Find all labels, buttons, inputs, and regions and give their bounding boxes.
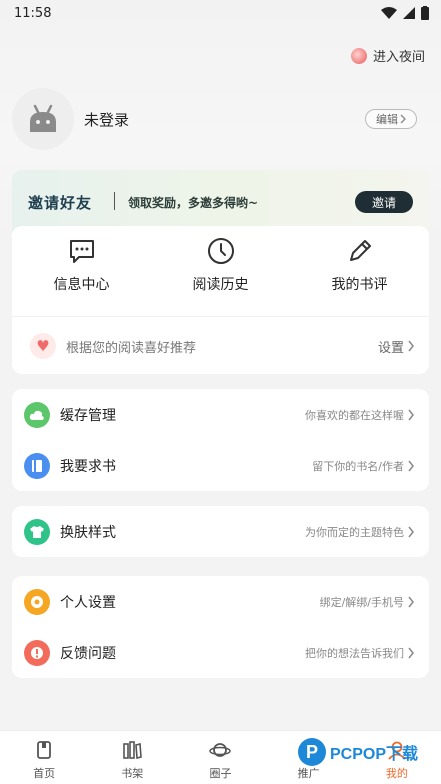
recommend-action-label: 设置: [377, 340, 404, 356]
chevron-right-icon: [408, 409, 414, 420]
night-mode-icon: [350, 47, 367, 64]
edit-profile-button[interactable]: 编辑: [365, 109, 417, 129]
menu-item-cache[interactable]: 缓存管理 你喜欢的都在这样喔: [12, 389, 429, 440]
chevron-right-icon: [400, 114, 406, 124]
menu-card-theme: 换肤样式 为你而定的主题特色: [12, 506, 429, 557]
chevron-right-icon: [408, 596, 414, 607]
tab-label: 圈子: [209, 767, 232, 780]
robot-avatar-icon: [30, 104, 56, 132]
menu-hint-text: 把你的想法告诉我们: [305, 646, 404, 660]
menu-item-left: 反馈问题: [24, 639, 116, 666]
profile-name[interactable]: 未登录: [84, 109, 129, 130]
recommend-settings-row[interactable]: ♥ 根据您的阅读喜好推荐 设置: [12, 317, 429, 375]
pen-icon: [349, 240, 371, 261]
menu-hint-text: 你喜欢的都在这样喔: [305, 408, 404, 422]
invite-title: 邀请好友: [28, 194, 93, 212]
chevron-right-icon: [408, 460, 414, 471]
menu-item-left: 换肤样式: [24, 518, 116, 545]
tab-bookshelf[interactable]: 书架: [92, 739, 172, 784]
menu-hint: 你喜欢的都在这样喔: [305, 407, 415, 423]
night-mode-toggle[interactable]: 进入夜间: [350, 46, 425, 65]
quick-action-label: 信息中心: [53, 277, 110, 293]
watermark: P PCPOP下载: [298, 738, 418, 766]
menu-card-storage: 缓存管理 你喜欢的都在这样喔 我要求书 留下你的书名/作者: [12, 389, 429, 491]
tab-label: 书架: [121, 767, 144, 780]
menu-label: 个人设置: [60, 594, 116, 611]
menu-hint-text: 为你而定的主题特色: [305, 525, 404, 539]
message-icon: [69, 240, 94, 263]
settings-icon: [24, 588, 50, 615]
menu-item-left: 我要求书: [24, 452, 116, 479]
heart-icon: ♥: [30, 333, 56, 359]
menu-label: 我要求书: [60, 458, 116, 475]
watermark-text: PCPOP下载: [330, 746, 419, 763]
menu-hint-text: 留下你的书名/作者: [312, 459, 404, 473]
home-icon: [37, 741, 51, 759]
quick-action-label: 阅读历史: [192, 277, 249, 293]
invite-divider: [114, 192, 115, 210]
tab-label: 我的: [385, 767, 408, 780]
invite-button[interactable]: 邀请: [355, 191, 413, 213]
menu-label: 反馈问题: [60, 645, 116, 662]
clock-icon: [207, 238, 234, 264]
recommend-settings-link[interactable]: 设置: [378, 337, 415, 356]
invite-subtitle: 领取奖励，多邀多得哟~: [128, 196, 259, 210]
quick-action-history[interactable]: 阅读历史: [161, 236, 281, 316]
tab-circle[interactable]: 圈子: [180, 739, 260, 784]
book-icon: [24, 452, 50, 479]
menu-hint: 绑定/解绑/手机号: [320, 594, 415, 610]
alert-icon: [24, 639, 50, 666]
recommend-left: ♥ 根据您的阅读喜好推荐: [30, 333, 196, 359]
menu-item-left: 缓存管理: [24, 401, 116, 428]
menu-item-skin[interactable]: 换肤样式 为你而定的主题特色: [12, 506, 429, 557]
menu-item-feedback[interactable]: 反馈问题 把你的想法告诉我们: [12, 627, 429, 678]
bookshelf-icon: [123, 741, 143, 760]
signal-icon: [403, 7, 415, 19]
menu-item-request-book[interactable]: 我要求书 留下你的书名/作者: [12, 440, 429, 491]
tab-label: 首页: [33, 767, 56, 780]
menu-label: 缓存管理: [60, 407, 116, 424]
edit-label: 编辑: [376, 113, 398, 126]
watermark-logo: P: [298, 738, 326, 766]
chevron-right-icon: [408, 647, 414, 658]
chevron-right-icon: [408, 340, 414, 352]
quick-actions-row: 信息中心 阅读历史 我的书评: [12, 226, 429, 316]
menu-card-account: 个人设置 绑定/解绑/手机号 反馈问题 把你的想法告诉我们: [12, 576, 429, 678]
battery-icon: [421, 6, 429, 20]
planet-icon: [209, 743, 232, 757]
tab-label: 推广: [297, 767, 320, 780]
status-bar: 11:58: [0, 0, 441, 26]
night-mode-label: 进入夜间: [372, 50, 425, 65]
menu-hint: 把你的想法告诉我们: [305, 645, 415, 661]
tab-home[interactable]: 首页: [4, 739, 84, 784]
shirt-icon: [24, 518, 50, 545]
menu-item-left: 个人设置: [24, 588, 116, 615]
menu-hint: 为你而定的主题特色: [305, 524, 415, 540]
recommend-text: 根据您的阅读喜好推荐: [66, 340, 197, 356]
quick-action-messages[interactable]: 信息中心: [22, 236, 142, 316]
avatar[interactable]: [12, 88, 74, 150]
quick-action-label: 我的书评: [331, 277, 388, 293]
profile-section[interactable]: 未登录: [12, 88, 129, 150]
status-icons: [381, 6, 429, 20]
cloud-icon: [24, 401, 50, 428]
menu-label: 换肤样式: [60, 524, 116, 541]
chevron-right-icon: [408, 526, 414, 537]
quick-action-reviews[interactable]: 我的书评: [300, 236, 420, 316]
menu-hint: 留下你的书名/作者: [312, 458, 415, 474]
invite-banner[interactable]: 邀请好友 领取奖励，多邀多得哟~ 邀请: [12, 170, 429, 232]
menu-item-personal-settings[interactable]: 个人设置 绑定/解绑/手机号: [12, 576, 429, 627]
status-time: 11:58: [14, 5, 52, 21]
menu-hint-text: 绑定/解绑/手机号: [319, 595, 404, 609]
quick-actions-card: 信息中心 阅读历史 我的书评 ♥ 根据您的阅读喜好推荐 设置: [12, 226, 429, 374]
wifi-icon: [381, 7, 397, 19]
